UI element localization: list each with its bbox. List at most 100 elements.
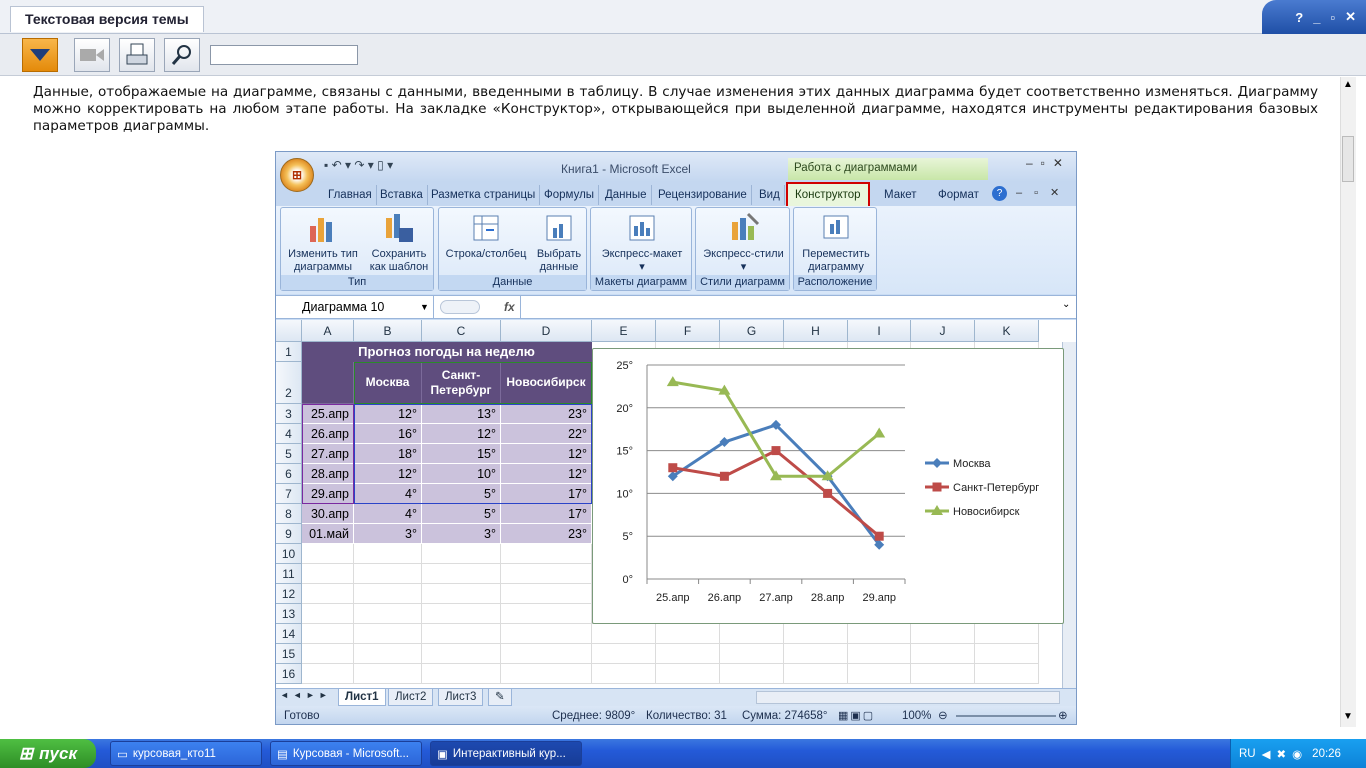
row-header[interactable]: 3 — [276, 404, 302, 424]
grid-cell[interactable] — [302, 544, 354, 564]
quick-access-toolbar[interactable]: ▪ ↶ ▾ ↷ ▾ ▯ ▾ — [324, 158, 393, 172]
grid-cell[interactable] — [720, 624, 784, 644]
row-header[interactable]: 11 — [276, 564, 302, 584]
zoom-in-icon[interactable]: ⊕ — [1058, 706, 1068, 724]
table-cell[interactable]: 5° — [422, 484, 501, 504]
grid-cell[interactable] — [911, 644, 975, 664]
formula-scroll-handle[interactable] — [440, 300, 480, 314]
row-header[interactable]: 7 — [276, 484, 302, 504]
grid-cell[interactable] — [784, 624, 848, 644]
network-icon[interactable]: ✖ — [1276, 747, 1286, 761]
name-box[interactable]: Диаграмма 10 ▼ — [276, 296, 434, 318]
table-cell[interactable]: 12° — [501, 464, 592, 484]
horizontal-scrollbar[interactable] — [756, 691, 1060, 704]
grid-cell[interactable] — [784, 644, 848, 664]
tab-formulas[interactable]: Формулы — [540, 185, 600, 205]
grid-cell[interactable] — [422, 644, 501, 664]
sheet-tab-3[interactable]: Лист3 — [438, 689, 484, 706]
grid-cell[interactable] — [720, 644, 784, 664]
taskbar-item-word[interactable]: ▤ Курсовая - Microsoft... — [270, 741, 422, 766]
grid-cell[interactable] — [302, 624, 354, 644]
grid-cell[interactable] — [975, 624, 1039, 644]
grid-cell[interactable] — [422, 584, 501, 604]
table-cell[interactable]: 27.апр — [302, 444, 354, 464]
grid-cell[interactable] — [501, 604, 592, 624]
grid-cell[interactable] — [592, 644, 656, 664]
grid-cell[interactable] — [501, 544, 592, 564]
quick-styles-button[interactable]: Экспресс-стили ▾ — [698, 212, 789, 274]
grid-cell[interactable] — [501, 564, 592, 584]
table-cell[interactable]: 4° — [354, 484, 422, 504]
grid-cell[interactable] — [354, 664, 422, 684]
column-header[interactable]: G — [720, 320, 784, 342]
formula-input[interactable] — [520, 296, 1060, 318]
table-cell[interactable]: 5° — [422, 504, 501, 524]
quick-layout-button[interactable]: Экспресс-макет ▾ — [593, 212, 691, 274]
switch-row-column-button[interactable]: Строка/столбец — [441, 212, 531, 261]
table-cell[interactable]: 29.апр — [302, 484, 354, 504]
video-button[interactable] — [74, 38, 110, 72]
grid-vertical-scrollbar[interactable] — [1062, 342, 1076, 688]
grid-cell[interactable] — [302, 584, 354, 604]
grid-cell[interactable] — [784, 664, 848, 684]
grid-cell[interactable] — [354, 604, 422, 624]
change-chart-type-button[interactable]: Изменить тип диаграммы — [283, 212, 363, 274]
table-cell[interactable]: 25.апр — [302, 404, 354, 424]
sheet-nav-arrows[interactable]: ◄◄►► — [280, 690, 332, 700]
tab-data[interactable]: Данные — [601, 185, 652, 205]
grid-cell[interactable] — [911, 664, 975, 684]
help-icon[interactable]: ? — [1295, 10, 1303, 25]
new-doc-icon[interactable]: ▯ ▾ — [377, 158, 393, 172]
grid-cell[interactable] — [422, 664, 501, 684]
office-button[interactable]: ⊞ — [280, 158, 314, 192]
column-header[interactable]: E — [592, 320, 656, 342]
insert-function-button[interactable]: fx — [504, 300, 515, 314]
column-header[interactable]: F — [656, 320, 720, 342]
grid-cell[interactable] — [354, 544, 422, 564]
table-cell[interactable]: 22° — [501, 424, 592, 444]
grid-cell[interactable] — [422, 564, 501, 584]
tab-design[interactable]: Конструктор — [786, 182, 870, 208]
grid-cell[interactable] — [848, 624, 911, 644]
select-all-corner[interactable] — [276, 320, 302, 342]
grid-cell[interactable] — [656, 644, 720, 664]
save-template-button[interactable]: Сохранить как шаблон — [365, 212, 433, 274]
workbook-controls[interactable]: –▫✕ — [1016, 186, 1071, 199]
table-cell[interactable]: 16° — [354, 424, 422, 444]
scroll-down-icon[interactable]: ▼ — [1343, 711, 1353, 722]
grid-cell[interactable] — [975, 664, 1039, 684]
grid-cell[interactable] — [592, 664, 656, 684]
tab-review[interactable]: Рецензирование — [654, 185, 752, 205]
search-input[interactable] — [210, 45, 358, 65]
table-cell[interactable]: 13° — [422, 404, 501, 424]
menu-button[interactable] — [22, 38, 58, 72]
grid-cell[interactable] — [302, 644, 354, 664]
column-header[interactable]: I — [848, 320, 911, 342]
row-header[interactable]: 15 — [276, 644, 302, 664]
grid-cell[interactable] — [354, 564, 422, 584]
excel-window-controls[interactable]: –▫✕ — [1026, 156, 1071, 170]
row-header[interactable]: 6 — [276, 464, 302, 484]
table-cell[interactable]: 15° — [422, 444, 501, 464]
grid-cell[interactable] — [501, 664, 592, 684]
column-header[interactable]: B — [354, 320, 422, 342]
tray-back-icon[interactable]: ◀ — [1262, 747, 1271, 761]
column-header[interactable]: H — [784, 320, 848, 342]
grid-cell[interactable] — [501, 584, 592, 604]
grid-cell[interactable] — [302, 564, 354, 584]
view-buttons[interactable]: ▦▣▢ — [838, 706, 875, 724]
grid-cell[interactable] — [422, 604, 501, 624]
grid-cell[interactable] — [975, 644, 1039, 664]
scroll-up-icon[interactable]: ▲ — [1343, 79, 1353, 90]
grid-cell[interactable] — [422, 624, 501, 644]
grid-cell[interactable] — [422, 544, 501, 564]
table-cell[interactable]: 17° — [501, 504, 592, 524]
taskbar-item-course[interactable]: ▣ Интерактивный кур... — [430, 741, 582, 766]
grid-cell[interactable] — [720, 664, 784, 684]
table-cell[interactable]: 12° — [422, 424, 501, 444]
row-header[interactable]: 12 — [276, 584, 302, 604]
undo-icon[interactable]: ↶ ▾ — [332, 158, 351, 172]
tab-insert[interactable]: Вставка — [376, 185, 428, 205]
tab-view[interactable]: Вид — [755, 185, 785, 205]
grid-cell[interactable] — [501, 624, 592, 644]
